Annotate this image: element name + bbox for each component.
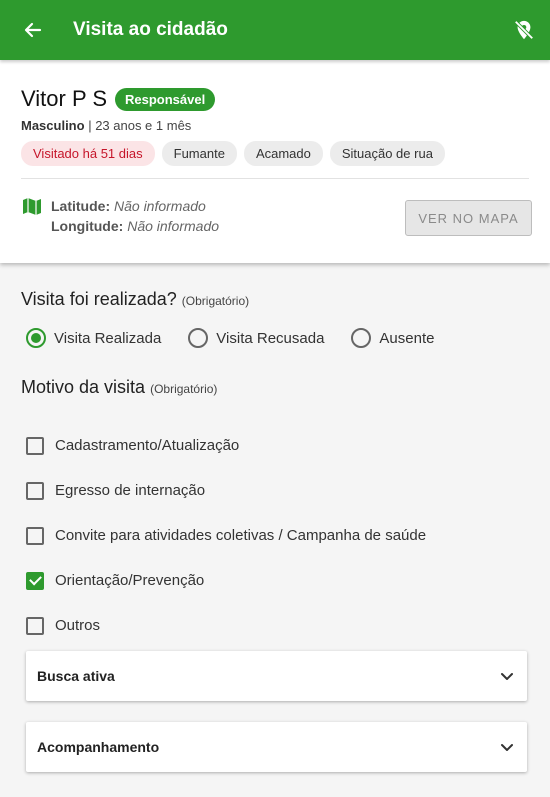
radio-button[interactable] <box>26 328 46 348</box>
checkbox[interactable] <box>26 571 44 590</box>
chevron-down-icon <box>501 744 513 751</box>
checkbox[interactable] <box>26 526 44 545</box>
radio-label: Visita Realizada <box>54 329 162 347</box>
coordinates: Latitude: Não informado Longitude: Não i… <box>51 196 219 236</box>
reason-question-title: Motivo da visita (Obrigatório) <box>21 377 217 398</box>
required-label: (Obrigatório) <box>181 294 250 308</box>
required-label: (Obrigatório) <box>150 382 218 396</box>
checkbox-label: Outros <box>55 617 101 634</box>
tag-chip: Acamado <box>243 141 323 166</box>
page-title: Visita ao cidadão <box>73 19 228 40</box>
longitude-label: Longitude: <box>51 218 124 234</box>
radio-button[interactable] <box>351 328 372 348</box>
radio-label: Ausente <box>379 329 435 347</box>
arrow-back-icon[interactable] <box>21 18 45 42</box>
radio-label: Visita Recusada <box>216 329 325 347</box>
app-bar: Visita ao cidadão <box>0 0 550 60</box>
view-map-button[interactable]: VER NO MAPA <box>405 200 532 236</box>
visit-question-label: Visita foi realizada? <box>21 289 177 309</box>
checkbox-hospital-discharge[interactable]: Egresso de internação <box>26 468 426 513</box>
checkbox-others[interactable]: Outros <box>26 603 426 648</box>
checkbox-label: Cadastramento/Atualização <box>55 437 240 454</box>
tag-chip: Situação de rua <box>329 141 445 166</box>
radio-absent[interactable]: Ausente <box>351 328 434 348</box>
visit-question-title: Visita foi realizada? (Obrigatório) <box>21 289 249 310</box>
accordion-label: Acompanhamento <box>37 739 160 755</box>
radio-visit-done[interactable]: Visita Realizada <box>26 328 161 348</box>
tag-chip: Fumante <box>161 141 237 166</box>
role-badge: Responsável <box>115 87 216 111</box>
accordion-active-search[interactable]: Busca ativa <box>26 651 527 701</box>
checkbox-registration[interactable]: Cadastramento/Atualização <box>26 423 426 468</box>
last-visit-tag: Visitado há 51 dias <box>21 141 155 166</box>
radio-visit-refused[interactable]: Visita Recusada <box>188 328 324 348</box>
checkbox-label: Convite para atividades coletivas / Camp… <box>55 527 427 544</box>
divider <box>21 178 529 179</box>
checkbox-label: Egresso de internação <box>55 482 206 499</box>
map-icon <box>22 196 42 216</box>
visit-status-radio-group: Visita Realizada Visita Recusada Ausente <box>26 328 461 348</box>
citizen-card: Vitor P S Responsável Masculino | 23 ano… <box>0 60 550 263</box>
location-off-icon[interactable] <box>512 18 536 42</box>
tag-list: Visitado há 51 dias Fumante Acamado Situ… <box>21 141 445 166</box>
checkbox-label: Orientação/Prevenção <box>55 572 205 589</box>
checkbox[interactable] <box>26 436 44 455</box>
latitude-label: Latitude: <box>51 198 111 214</box>
latitude-value: Não informado <box>114 198 206 214</box>
checkbox-collective-activities[interactable]: Convite para atividades coletivas / Camp… <box>26 513 426 558</box>
citizen-demographics: Masculino | 23 anos e 1 mês <box>21 118 192 133</box>
citizen-name: Vitor P S <box>21 86 108 111</box>
citizen-age: 23 anos e 1 mês <box>95 118 192 133</box>
longitude-value: Não informado <box>127 218 220 234</box>
checkbox-guidance-prevention[interactable]: Orientação/Prevenção <box>26 558 426 603</box>
checkbox[interactable] <box>26 481 44 500</box>
accordion-label: Busca ativa <box>37 668 115 684</box>
accordion-follow-up[interactable]: Acompanhamento <box>26 722 527 772</box>
reason-question-label: Motivo da visita <box>21 377 146 397</box>
reason-checkbox-list: Cadastramento/Atualização Egresso de int… <box>26 423 426 648</box>
citizen-sex: Masculino <box>21 118 85 133</box>
chevron-down-icon <box>501 673 513 680</box>
radio-button[interactable] <box>188 328 209 348</box>
checkbox[interactable] <box>26 616 44 635</box>
